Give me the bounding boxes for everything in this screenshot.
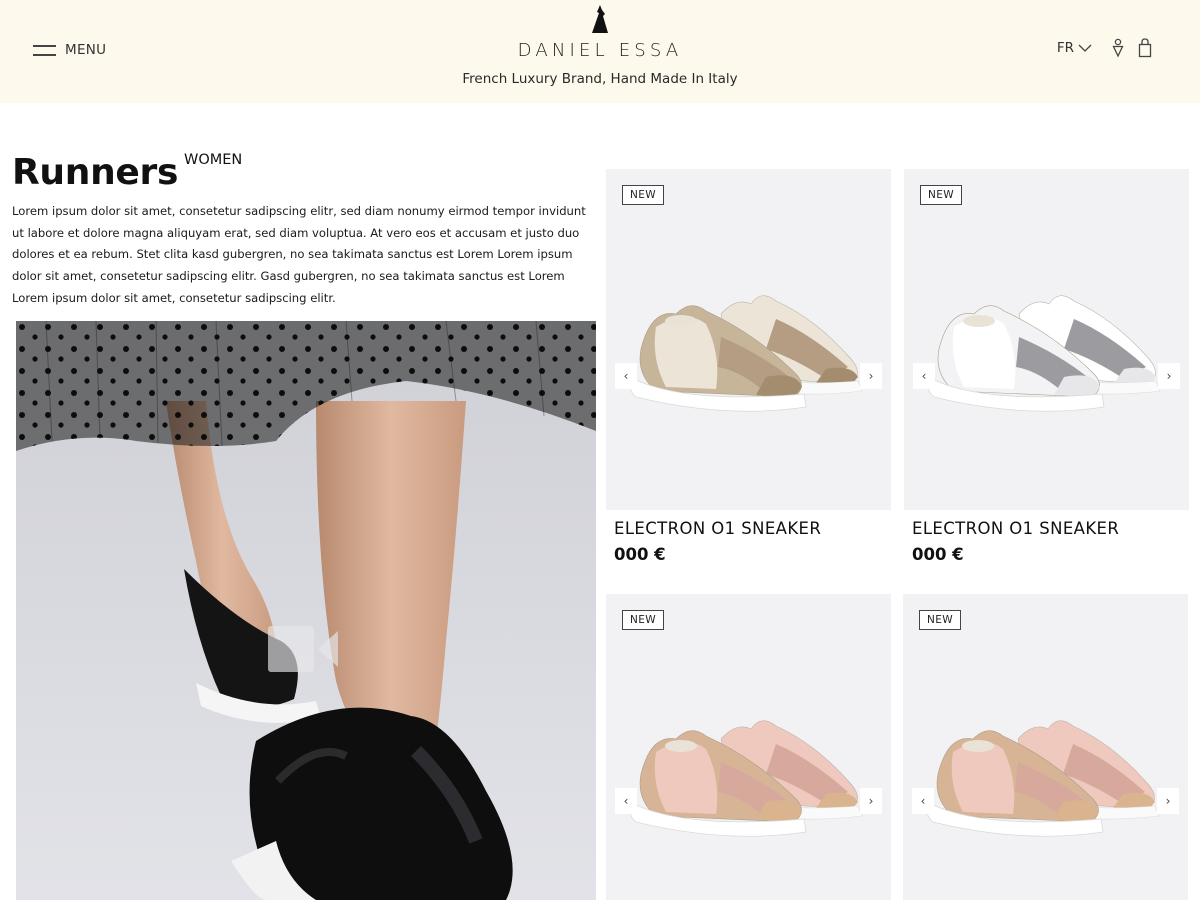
category-title: Runners [12, 152, 179, 193]
menu-button[interactable]: MENU [33, 42, 106, 58]
logo-mark-icon [592, 5, 608, 33]
chevron-left-icon: ‹ [623, 369, 629, 383]
chevron-left-icon: ‹ [921, 369, 927, 383]
chevron-left-icon: ‹ [920, 794, 926, 808]
video-camera-icon[interactable] [268, 626, 338, 672]
chevron-right-icon: › [1166, 369, 1172, 383]
chevron-right-icon: › [868, 794, 874, 808]
carousel-prev-button[interactable]: ‹ [615, 363, 637, 389]
hero-video[interactable] [16, 321, 596, 900]
chevron-left-icon: ‹ [623, 794, 629, 808]
sneaker-pair-image [927, 720, 1160, 837]
product-price: 000 € [614, 545, 666, 564]
language-label: FR [1056, 40, 1074, 56]
brand-logo[interactable]: DANIEL ESSA [500, 4, 700, 61]
sneaker-pair-image [928, 295, 1161, 412]
product-image[interactable]: NEW ‹ › [606, 594, 891, 900]
brand-name: DANIEL ESSA [517, 40, 683, 61]
product-name[interactable]: ELECTRON O1 SNEAKER [614, 519, 891, 538]
language-selector[interactable]: FR [1057, 40, 1092, 56]
category-subtitle: WOMEN [184, 152, 243, 168]
shopping-bag-icon[interactable] [1138, 38, 1152, 58]
new-badge: NEW [622, 185, 665, 205]
hamburger-icon [33, 43, 56, 57]
brand-tagline: French Luxury Brand, Hand Made In Italy [462, 71, 738, 87]
chevron-right-icon: › [1165, 794, 1171, 808]
carousel-next-button[interactable]: › [860, 788, 882, 814]
product-card[interactable]: NEW ‹ › [606, 594, 891, 900]
sneaker-pair-image [630, 720, 863, 837]
carousel-prev-button[interactable]: ‹ [912, 788, 934, 814]
header-actions: FR [1057, 38, 1152, 58]
carousel-prev-button[interactable]: ‹ [913, 363, 935, 389]
new-badge: NEW [622, 610, 665, 630]
hero-photo [16, 321, 596, 900]
product-name[interactable]: ELECTRON O1 SNEAKER [912, 519, 1189, 538]
sneaker-pair-image [630, 295, 863, 412]
location-pin-icon[interactable] [1112, 38, 1124, 58]
carousel-next-button[interactable]: › [1157, 788, 1179, 814]
product-image[interactable]: NEW ‹ › [606, 169, 891, 510]
new-badge: NEW [920, 185, 963, 205]
product-card[interactable]: NEW ‹ › [903, 594, 1188, 900]
chevron-down-icon [1078, 44, 1092, 52]
product-card[interactable]: NEW ‹ › ELECTRON O1 SNEAKER 000 € [904, 169, 1189, 564]
site-header: MENU DANIEL ESSA French Luxury Brand, Ha… [0, 0, 1200, 103]
product-card[interactable]: NEW ‹ › ELECTRON O1 SNEAKER 000 € [606, 169, 891, 564]
new-badge: NEW [919, 610, 962, 630]
product-image[interactable]: NEW ‹ › [904, 169, 1189, 510]
product-image[interactable]: NEW ‹ › [903, 594, 1188, 900]
carousel-prev-button[interactable]: ‹ [615, 788, 637, 814]
carousel-next-button[interactable]: › [1158, 363, 1180, 389]
category-description: Lorem ipsum dolor sit amet, consetetur s… [12, 204, 586, 305]
menu-label: MENU [65, 42, 107, 58]
product-price: 000 € [912, 545, 964, 564]
carousel-next-button[interactable]: › [860, 363, 882, 389]
chevron-right-icon: › [868, 369, 874, 383]
